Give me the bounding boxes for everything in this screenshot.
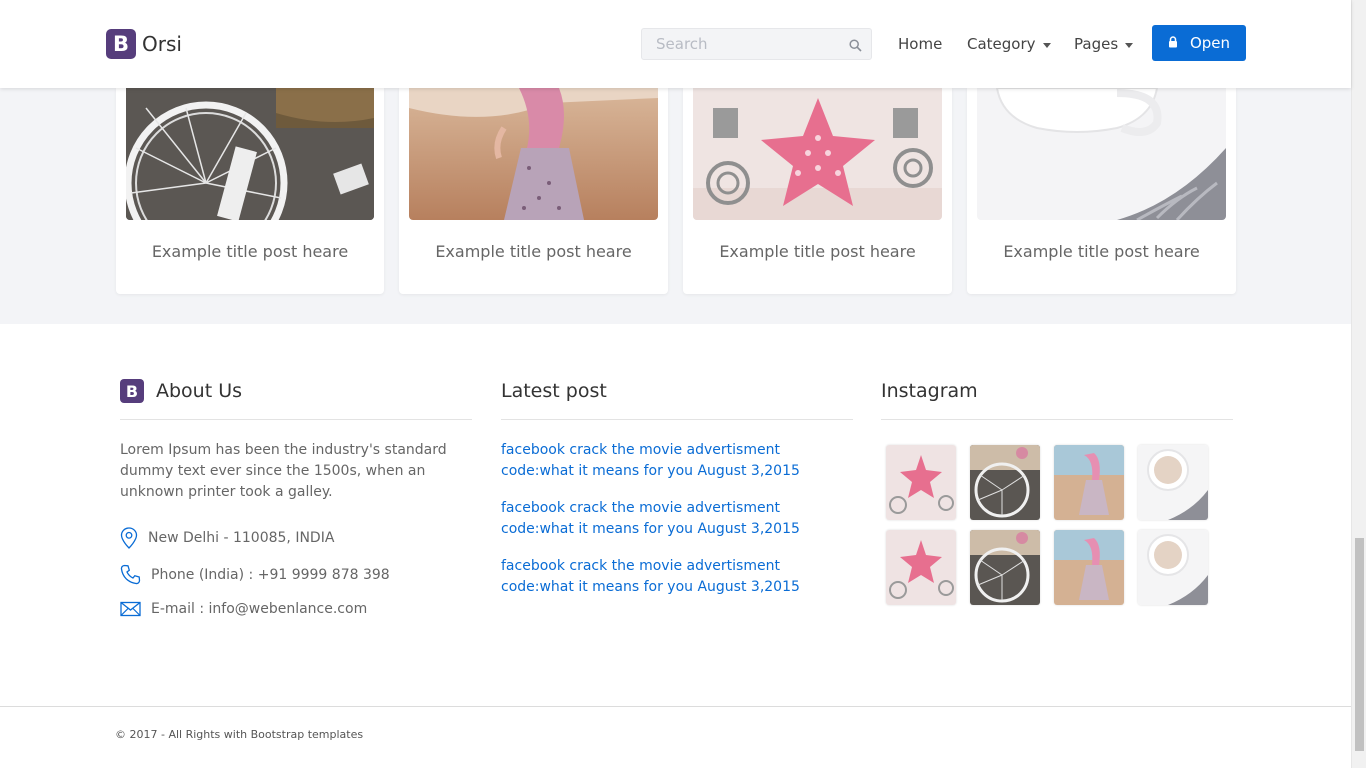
phone-item: Phone (India) : +91 9999 878 398 xyxy=(120,564,390,585)
search-icon[interactable] xyxy=(849,37,862,56)
lock-icon xyxy=(1168,34,1178,52)
page-scrollbar[interactable] xyxy=(1351,0,1366,768)
brand-logo: B xyxy=(120,379,144,403)
latest-post-link[interactable]: facebook crack the movie advertisment co… xyxy=(501,498,853,540)
copyright-text: © 2017 - All Rights with Bootstrap templ… xyxy=(115,728,364,741)
brand-logo: B xyxy=(106,29,136,59)
instagram-column: Instagram xyxy=(881,378,978,404)
latest-post-column: Latest post xyxy=(501,378,607,404)
search-box xyxy=(641,28,872,60)
brand[interactable]: B Orsi xyxy=(106,29,182,59)
about-us-title: About Us xyxy=(156,380,243,402)
open-button[interactable]: Open xyxy=(1152,25,1246,61)
nav-home-link[interactable]: Home xyxy=(898,35,942,53)
envelope-icon xyxy=(120,601,141,617)
caret-down-icon xyxy=(1042,42,1051,48)
address-text: New Delhi - 110085, INDIA xyxy=(148,530,335,546)
navbar: B Orsi Home Category Pages Open xyxy=(0,0,1351,88)
post-title[interactable]: Example title post heare xyxy=(967,242,1236,261)
email-text: E-mail : info@webenlance.com xyxy=(151,601,368,617)
divider xyxy=(120,419,472,420)
posts-section: Example title post heare Example title p… xyxy=(0,88,1351,324)
coffee-cup-image[interactable] xyxy=(977,88,1226,220)
nav-pages-label: Pages xyxy=(1074,35,1119,53)
post-card[interactable]: Example title post heare xyxy=(116,88,384,294)
latest-post-heading: Latest post xyxy=(501,380,607,402)
girl-on-beach-image[interactable] xyxy=(409,88,658,220)
email-item: E-mail : info@webenlance.com xyxy=(120,601,367,617)
bicycle-wheel-image[interactable] xyxy=(126,88,374,220)
instagram-thumbnail[interactable] xyxy=(1054,445,1124,520)
about-us-column: B About Us xyxy=(120,378,242,404)
instagram-thumbnail[interactable] xyxy=(1138,445,1208,520)
nav-pages-dropdown[interactable]: Pages xyxy=(1074,35,1134,53)
nav-category-dropdown[interactable]: Category xyxy=(967,35,1051,53)
nav-category-label: Category xyxy=(967,35,1036,53)
instagram-thumbnail[interactable] xyxy=(1054,530,1124,605)
instagram-heading: Instagram xyxy=(881,380,978,402)
post-title[interactable]: Example title post heare xyxy=(399,242,668,261)
footer-divider xyxy=(0,706,1351,707)
latest-post-link[interactable]: facebook crack the movie advertisment co… xyxy=(501,556,853,598)
instagram-thumbnail[interactable] xyxy=(970,530,1040,605)
post-card[interactable]: Example title post heare xyxy=(967,88,1236,294)
divider xyxy=(501,419,853,420)
phone-icon xyxy=(120,564,141,585)
search-input[interactable] xyxy=(642,29,832,59)
latest-post-link[interactable]: facebook crack the movie advertisment co… xyxy=(501,440,853,482)
nav-home-label: Home xyxy=(898,35,943,53)
post-title[interactable]: Example title post heare xyxy=(116,242,384,261)
caret-down-icon xyxy=(1125,42,1134,48)
divider xyxy=(881,419,1233,420)
address-item: New Delhi - 110085, INDIA xyxy=(120,527,334,549)
instagram-thumbnail[interactable] xyxy=(1138,530,1208,605)
instagram-thumbnail[interactable] xyxy=(886,445,956,520)
post-card[interactable]: Example title post heare xyxy=(683,88,952,294)
post-title[interactable]: Example title post heare xyxy=(683,242,952,261)
phone-text: Phone (India) : +91 9999 878 398 xyxy=(151,566,390,583)
location-pin-icon xyxy=(120,527,138,549)
brand-name: Orsi xyxy=(142,32,182,56)
instagram-thumbnail[interactable] xyxy=(886,530,956,605)
starfish-bracelet-image[interactable] xyxy=(693,88,942,220)
about-us-text: Lorem Ipsum has been the industry's stan… xyxy=(120,442,447,500)
open-button-label: Open xyxy=(1189,34,1231,52)
post-card[interactable]: Example title post heare xyxy=(399,88,668,294)
scrollbar-thumb[interactable] xyxy=(1355,538,1364,751)
instagram-thumbnail[interactable] xyxy=(970,445,1040,520)
about-us-heading: B About Us xyxy=(120,378,242,404)
